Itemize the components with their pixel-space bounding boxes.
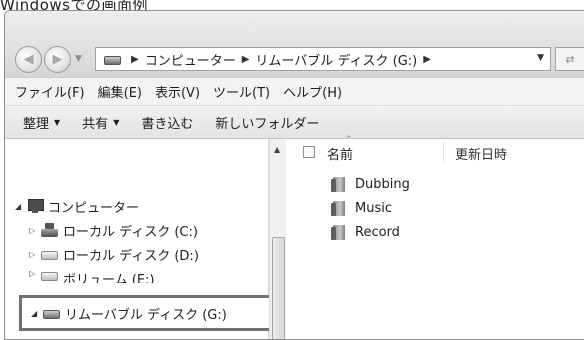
breadcrumb-chevron-icon[interactable]: ▶ — [131, 54, 139, 65]
column-divider[interactable] — [443, 142, 444, 162]
expanded-chevron-icon[interactable]: ◢ — [31, 309, 43, 318]
history-dropdown-icon[interactable]: ▼ — [75, 54, 82, 64]
menu-help[interactable]: ヘルプ(H) — [283, 82, 342, 101]
share-button[interactable]: 共有 ▼ — [82, 113, 119, 132]
folder-icon — [331, 200, 347, 216]
breadcrumb-chevron-icon[interactable]: ▶ — [242, 54, 250, 65]
tree-item-label: ローカル ディスク (C:) — [63, 224, 198, 240]
title-bar: ◀ ▶ ▼ ▶ コンピューター ▶ リムーバブル ディスク (G:) ▶ ▼ ⇄ — [5, 11, 584, 77]
refresh-button[interactable]: ⇄ — [555, 47, 584, 71]
tree-item-local-disk-c[interactable]: ▷ ローカル ディスク (C:) — [29, 219, 198, 241]
menu-view[interactable]: 表示(V) — [155, 82, 200, 101]
drive-icon — [41, 272, 58, 281]
address-drive-icon — [104, 56, 121, 65]
menu-file[interactable]: ファイル(F) — [15, 82, 85, 101]
collapsed-chevron-icon[interactable]: ▷ — [29, 226, 41, 235]
column-name[interactable]: 名前 — [327, 144, 353, 163]
column-header: 名前 ⌃ 更新日時 — [287, 135, 584, 165]
nav-buttons: ◀ ▶ ▼ — [15, 42, 82, 76]
tree-item-label: ローカル ディスク (D:) — [63, 248, 199, 264]
chevron-down-icon: ▼ — [54, 117, 61, 127]
forward-arrow-icon: ▶ — [52, 51, 63, 67]
file-name: Record — [355, 224, 400, 240]
removable-drive-icon — [43, 310, 60, 319]
new-folder-button[interactable]: 新しいフォルダー — [215, 113, 319, 132]
scroll-up-icon[interactable]: ▲ — [274, 145, 280, 154]
organize-label: 整理 — [23, 116, 50, 132]
back-arrow-icon: ◀ — [23, 51, 34, 67]
breadcrumb-removable-disk[interactable]: リムーバブル ディスク (G:) — [255, 50, 417, 69]
address-bar[interactable]: ▶ コンピューター ▶ リムーバブル ディスク (G:) ▶ ▼ — [95, 47, 551, 71]
sort-ascending-icon: ⌃ — [345, 135, 353, 145]
column-date-modified[interactable]: 更新日時 — [455, 144, 507, 163]
menu-edit[interactable]: 編集(E) — [98, 82, 142, 101]
refresh-icon: ⇄ — [565, 52, 575, 66]
folder-icon — [331, 224, 347, 240]
drive-icon — [41, 251, 58, 260]
tree-item-volume-e[interactable]: ▷ ボリューム (E:) — [29, 267, 154, 283]
tree-item-computer[interactable]: ◢ コンピューター — [15, 195, 139, 217]
menu-tools[interactable]: ツール(T) — [213, 82, 270, 101]
file-item-dubbing[interactable]: Dubbing — [331, 173, 410, 195]
menu-bar: ファイル(F) 編集(E) 表示(V) ツール(T) ヘルプ(H) — [5, 77, 584, 105]
select-all-checkbox[interactable] — [303, 146, 315, 158]
chevron-down-icon: ▼ — [113, 117, 120, 127]
back-button[interactable]: ◀ — [15, 45, 42, 73]
tree-item-removable-disk-g[interactable]: ◢ リムーバブル ディスク (G:) — [31, 302, 227, 324]
system-drive-icon — [41, 223, 58, 237]
breadcrumb-computer[interactable]: コンピューター — [145, 50, 236, 69]
nav-scrollbar[interactable]: ▲ — [269, 139, 286, 339]
folder-icon — [331, 176, 347, 192]
forward-button[interactable]: ▶ — [44, 45, 71, 73]
explorer-window: ◀ ▶ ▼ ▶ コンピューター ▶ リムーバブル ディスク (G:) ▶ ▼ ⇄… — [4, 10, 584, 340]
file-name: Dubbing — [355, 176, 410, 192]
file-item-record[interactable]: Record — [331, 221, 400, 243]
breadcrumb-chevron-icon[interactable]: ▶ — [423, 54, 431, 65]
tree-item-label: リムーバブル ディスク (G:) — [65, 307, 227, 323]
tree-item-label: コンピューター — [48, 200, 140, 216]
collapsed-chevron-icon[interactable]: ▷ — [29, 269, 41, 278]
file-list-pane: 名前 ⌃ 更新日時 Dubbing Music Record — [287, 135, 584, 339]
organize-button[interactable]: 整理 ▼ — [23, 113, 60, 132]
expanded-chevron-icon[interactable]: ◢ — [15, 202, 27, 211]
file-name: Music — [355, 200, 392, 216]
tree-item-label: ボリューム (E:) — [63, 273, 155, 283]
computer-icon — [27, 199, 44, 213]
panes: ◢ コンピューター ▷ ローカル ディスク (C:) ▷ ローカル ディスク (… — [5, 135, 584, 339]
tree-item-local-disk-d[interactable]: ▷ ローカル ディスク (D:) — [29, 243, 199, 265]
scroll-thumb[interactable] — [272, 237, 285, 339]
share-label: 共有 — [82, 116, 109, 132]
file-item-music[interactable]: Music — [331, 197, 392, 219]
address-dropdown-icon[interactable]: ▼ — [537, 53, 544, 63]
collapsed-chevron-icon[interactable]: ▷ — [29, 250, 41, 259]
command-bar: 整理 ▼ 共有 ▼ 書き込む 新しいフォルダー — [5, 105, 584, 139]
navigation-pane: ◢ コンピューター ▷ ローカル ディスク (C:) ▷ ローカル ディスク (… — [5, 139, 277, 339]
burn-button[interactable]: 書き込む — [141, 113, 193, 132]
